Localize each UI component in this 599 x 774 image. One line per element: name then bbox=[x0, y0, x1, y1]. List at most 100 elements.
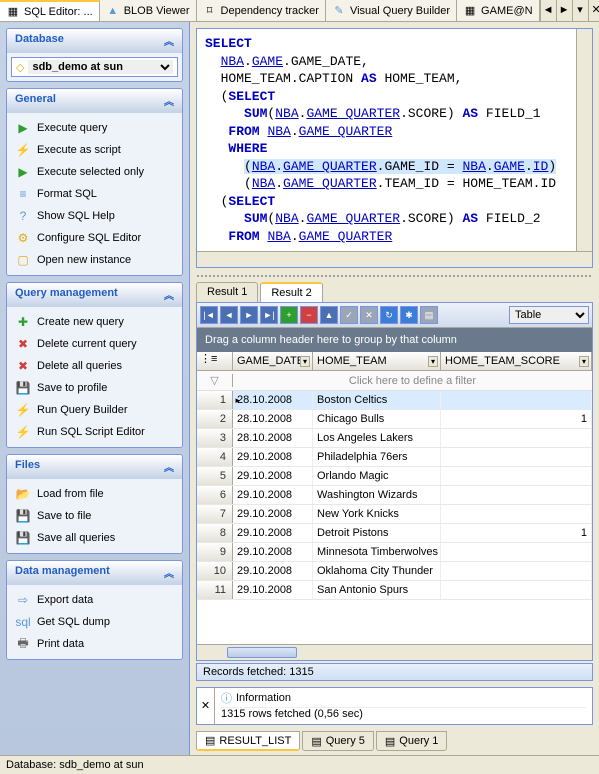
tab-query-1[interactable]: ▤Query 1 bbox=[376, 731, 448, 751]
table-row[interactable]: 529.10.2008Orlando Magic bbox=[197, 467, 592, 486]
tab-sql-editor[interactable]: ▦SQL Editor: ... bbox=[0, 0, 100, 21]
cell-date[interactable]: 29.10.2008 bbox=[233, 543, 313, 561]
tab-result-1[interactable]: Result 1 bbox=[196, 282, 258, 302]
tab-game[interactable]: ▦GAME@N bbox=[457, 0, 540, 21]
files-item-2[interactable]: 💾Save all queries bbox=[11, 527, 178, 549]
sql-hscrollbar[interactable] bbox=[197, 251, 592, 267]
tab-result-2[interactable]: Result 2 bbox=[260, 282, 322, 302]
query-mgmt-item-1[interactable]: ✖Delete current query bbox=[11, 333, 178, 355]
col-header-game-date[interactable]: GAME_DATE▾ bbox=[233, 352, 313, 370]
cell-score[interactable] bbox=[441, 562, 592, 580]
col-header-home-team[interactable]: HOME_TEAM▾ bbox=[313, 352, 441, 370]
cell-team[interactable]: Washington Wizards bbox=[313, 486, 441, 504]
info-close-button[interactable]: ✕ bbox=[197, 688, 215, 724]
table-row[interactable]: 629.10.2008Washington Wizards bbox=[197, 486, 592, 505]
table-row[interactable]: 228.10.2008Chicago Bulls1 bbox=[197, 410, 592, 429]
dropdown-icon[interactable]: ▾ bbox=[300, 356, 310, 367]
database-selector[interactable]: ◇ sdb_demo at sun bbox=[11, 57, 178, 77]
tab-blob-viewer[interactable]: ▲BLOB Viewer bbox=[100, 0, 197, 21]
delete-row-button[interactable]: − bbox=[300, 306, 318, 324]
cancel-button[interactable]: ✕ bbox=[360, 306, 378, 324]
query-mgmt-item-2[interactable]: ✖Delete all queries bbox=[11, 355, 178, 377]
general-item-1[interactable]: ⚡Execute as script bbox=[11, 139, 178, 161]
splitter[interactable] bbox=[196, 274, 593, 278]
panel-head-query-mgmt[interactable]: Query management︽ bbox=[7, 283, 182, 307]
cell-team[interactable]: Orlando Magic bbox=[313, 467, 441, 485]
grid-body[interactable]: 1▸28.10.2008Boston Celtics228.10.2008Chi… bbox=[197, 391, 592, 644]
cell-date[interactable]: 29.10.2008 bbox=[233, 486, 313, 504]
filter-row[interactable]: ▽ Click here to define a filter bbox=[197, 371, 592, 391]
table-row[interactable]: 1▸28.10.2008Boston Celtics bbox=[197, 391, 592, 410]
cell-team[interactable]: Chicago Bulls bbox=[313, 410, 441, 428]
tab-next-button[interactable]: ► bbox=[556, 0, 572, 21]
tab-close-button[interactable]: ✕ bbox=[588, 0, 599, 21]
database-select[interactable]: sdb_demo at sun bbox=[28, 60, 173, 74]
tab-query-5[interactable]: ▤Query 5 bbox=[302, 731, 374, 751]
view-mode-select[interactable]: Table bbox=[509, 306, 589, 324]
cell-score[interactable] bbox=[441, 391, 592, 409]
dropdown-icon[interactable]: ▾ bbox=[579, 356, 589, 367]
data-mgmt-item-0[interactable]: ⇨Export data bbox=[11, 589, 178, 611]
panel-head-data-mgmt[interactable]: Data management︽ bbox=[7, 561, 182, 585]
table-row[interactable]: 829.10.2008Detroit Pistons1 bbox=[197, 524, 592, 543]
cell-score[interactable]: 1 bbox=[441, 524, 592, 542]
general-item-0[interactable]: ▶Execute query bbox=[11, 117, 178, 139]
nav-prev-button[interactable]: ◄ bbox=[220, 306, 238, 324]
cell-team[interactable]: New York Knicks bbox=[313, 505, 441, 523]
cell-date[interactable]: 29.10.2008 bbox=[233, 448, 313, 466]
tab-result-list[interactable]: ▤RESULT_LIST bbox=[196, 731, 300, 751]
table-row[interactable]: 1029.10.2008Oklahoma City Thunder bbox=[197, 562, 592, 581]
cell-date[interactable]: 28.10.2008 bbox=[233, 391, 313, 409]
cell-date[interactable]: 29.10.2008 bbox=[233, 524, 313, 542]
general-item-2[interactable]: ▶Execute selected only bbox=[11, 161, 178, 183]
table-row[interactable]: 929.10.2008Minnesota Timberwolves bbox=[197, 543, 592, 562]
nav-first-button[interactable]: |◄ bbox=[200, 306, 218, 324]
tab-visual-query-builder[interactable]: ✎Visual Query Builder bbox=[326, 0, 457, 21]
general-item-4[interactable]: ?Show SQL Help bbox=[11, 205, 178, 227]
table-row[interactable]: 328.10.2008Los Angeles Lakers bbox=[197, 429, 592, 448]
tab-prev-button[interactable]: ◄ bbox=[540, 0, 556, 21]
bookmark-button[interactable]: ✱ bbox=[400, 306, 418, 324]
general-item-6[interactable]: ▢Open new instance bbox=[11, 249, 178, 271]
cell-date[interactable]: 29.10.2008 bbox=[233, 562, 313, 580]
panel-head-database[interactable]: Database︽ bbox=[7, 29, 182, 53]
add-row-button[interactable]: + bbox=[280, 306, 298, 324]
query-mgmt-item-5[interactable]: ⚡Run SQL Script Editor bbox=[11, 421, 178, 443]
col-header-score[interactable]: HOME_TEAM_SCORE▾ bbox=[441, 352, 592, 370]
post-button[interactable]: ✓ bbox=[340, 306, 358, 324]
panel-head-files[interactable]: Files︽ bbox=[7, 455, 182, 479]
cell-date[interactable]: 29.10.2008 bbox=[233, 467, 313, 485]
general-item-5[interactable]: ⚙Configure SQL Editor bbox=[11, 227, 178, 249]
query-mgmt-item-4[interactable]: ⚡Run Query Builder bbox=[11, 399, 178, 421]
cell-score[interactable] bbox=[441, 467, 592, 485]
cell-score[interactable] bbox=[441, 486, 592, 504]
cell-team[interactable]: Los Angeles Lakers bbox=[313, 429, 441, 447]
filter-button[interactable]: ▤ bbox=[420, 306, 438, 324]
tab-dropdown-button[interactable]: ▾ bbox=[572, 0, 588, 21]
nav-last-button[interactable]: ►| bbox=[260, 306, 278, 324]
cell-score[interactable] bbox=[441, 429, 592, 447]
dropdown-icon[interactable]: ▾ bbox=[428, 356, 438, 367]
cell-score[interactable] bbox=[441, 581, 592, 599]
cell-team[interactable]: Minnesota Timberwolves bbox=[313, 543, 441, 561]
cell-score[interactable] bbox=[441, 448, 592, 466]
cell-score[interactable]: 1 bbox=[441, 410, 592, 428]
cell-team[interactable]: Oklahoma City Thunder bbox=[313, 562, 441, 580]
cell-date[interactable]: 28.10.2008 bbox=[233, 410, 313, 428]
cell-score[interactable] bbox=[441, 505, 592, 523]
files-item-1[interactable]: 💾Save to file bbox=[11, 505, 178, 527]
query-mgmt-item-3[interactable]: 💾Save to profile bbox=[11, 377, 178, 399]
general-item-3[interactable]: ≡Format SQL bbox=[11, 183, 178, 205]
cell-team[interactable]: San Antonio Spurs bbox=[313, 581, 441, 599]
cell-team[interactable]: Detroit Pistons bbox=[313, 524, 441, 542]
edit-button[interactable]: ▲ bbox=[320, 306, 338, 324]
table-row[interactable]: 429.10.2008Philadelphia 76ers bbox=[197, 448, 592, 467]
data-mgmt-item-1[interactable]: sqlGet SQL dump bbox=[11, 611, 178, 633]
sql-editor[interactable]: SELECT NBA.GAME.GAME_DATE, HOME_TEAM.CAP… bbox=[196, 28, 593, 268]
group-by-bar[interactable]: Drag a column header here to group by th… bbox=[197, 328, 592, 352]
table-row[interactable]: 1129.10.2008San Antonio Spurs bbox=[197, 581, 592, 600]
cell-date[interactable]: 29.10.2008 bbox=[233, 505, 313, 523]
panel-head-general[interactable]: General︽ bbox=[7, 89, 182, 113]
grid-hscrollbar[interactable] bbox=[197, 644, 592, 660]
sql-vscrollbar[interactable] bbox=[576, 29, 592, 251]
